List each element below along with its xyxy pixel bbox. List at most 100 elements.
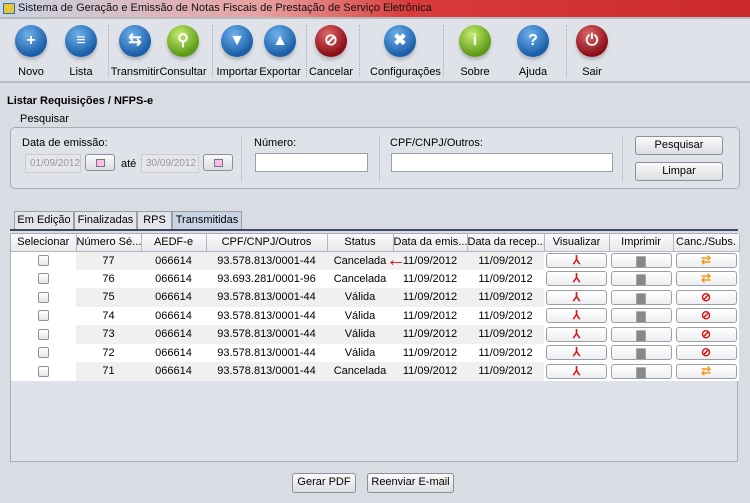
toolbar-label: Sobre bbox=[460, 66, 490, 78]
limpar-button[interactable]: Limpar bbox=[635, 162, 723, 181]
toolbar-button-sobre[interactable]: i Sobre bbox=[445, 23, 505, 78]
toolbar-button-sair[interactable]: ⏻ Sair bbox=[562, 23, 622, 78]
cancel-nfse-button[interactable]: ⊘ bbox=[675, 308, 737, 324]
toolbar-separator bbox=[108, 25, 109, 77]
toolbar-button-cancelar[interactable]: ⊘ Cancelar bbox=[301, 23, 361, 78]
status-cell: Válida bbox=[327, 325, 393, 344]
power-icon: ⏻ bbox=[576, 25, 608, 57]
aedf-cell: 066614 bbox=[141, 288, 206, 307]
table-row[interactable]: 75 066614 93.578.813/0001-44 Válida 11/0… bbox=[11, 288, 739, 307]
column-header[interactable]: Status bbox=[327, 234, 394, 252]
table-row[interactable]: 74 066614 93.578.813/0001-44 Válida 11/0… bbox=[11, 306, 739, 325]
column-header[interactable]: Visualizar bbox=[544, 234, 610, 252]
data-emissao-cell: 11/09/2012 bbox=[393, 306, 467, 325]
column-header[interactable]: Canc./Subs. bbox=[673, 234, 740, 252]
aedf-cell: 066614 bbox=[141, 269, 206, 288]
toolbar-button-configuraes[interactable]: ✖ Configurações bbox=[370, 23, 441, 78]
print-button[interactable]: ▆ bbox=[610, 253, 672, 268]
column-header[interactable]: Data da recep... bbox=[467, 234, 545, 252]
reenviar-email-button[interactable]: Reenviar E-mail bbox=[367, 473, 454, 493]
substitute-nfse-button[interactable]: ⇄ bbox=[675, 363, 737, 379]
status-cell: Válida bbox=[327, 306, 393, 325]
print-button[interactable]: ▆ bbox=[610, 289, 672, 305]
print-button[interactable]: ▆ bbox=[610, 363, 672, 379]
table-row[interactable]: 73 066614 93.578.813/0001-44 Válida 11/0… bbox=[11, 325, 739, 344]
select-checkbox[interactable] bbox=[38, 255, 49, 267]
printer-icon: ▆ bbox=[636, 253, 646, 267]
numero-input[interactable] bbox=[255, 153, 368, 172]
annotation-arrow: ← bbox=[386, 249, 406, 271]
toolbar-label: Ajuda bbox=[518, 66, 548, 78]
status-cell: Válida bbox=[327, 343, 393, 362]
print-button[interactable]: ▆ bbox=[610, 271, 672, 287]
data-recepcao-cell: 11/09/2012 bbox=[467, 343, 544, 362]
view-pdf-button[interactable]: ⅄ bbox=[546, 326, 607, 342]
date-from-input[interactable]: 01/09/2012 bbox=[25, 154, 81, 173]
gerar-pdf-button[interactable]: Gerar PDF bbox=[292, 473, 356, 493]
view-pdf-button[interactable]: ⅄ bbox=[546, 308, 607, 324]
date-to-calendar-button[interactable] bbox=[203, 154, 233, 171]
tab-transmitidas[interactable]: Transmitidas bbox=[172, 211, 242, 230]
printer-icon: ▆ bbox=[636, 271, 646, 286]
select-checkbox[interactable] bbox=[38, 347, 49, 359]
toolbar-button-consultar[interactable]: ⚲ Consultar bbox=[153, 23, 213, 78]
view-pdf-button[interactable]: ⅄ bbox=[546, 253, 607, 268]
search-panel: Data de emissão: 01/09/2012 até 30/09/20… bbox=[10, 127, 740, 189]
column-header[interactable]: AEDF-e bbox=[141, 234, 207, 252]
select-checkbox[interactable] bbox=[38, 273, 49, 285]
data-recepcao-cell: 11/09/2012 bbox=[467, 306, 544, 325]
column-header[interactable]: Imprimir bbox=[609, 234, 674, 252]
print-button[interactable]: ▆ bbox=[610, 326, 672, 342]
info-icon: i bbox=[459, 25, 491, 57]
view-pdf-button[interactable]: ⅄ bbox=[546, 271, 607, 287]
view-pdf-button[interactable]: ⅄ bbox=[546, 289, 607, 305]
date-from-calendar-button[interactable] bbox=[85, 154, 115, 171]
cpf-input[interactable] bbox=[391, 153, 613, 172]
tab-rps[interactable]: RPS bbox=[137, 211, 172, 230]
import-arrow-down-icon: ▼ bbox=[221, 25, 253, 57]
swap-arrows-icon: ⇄ bbox=[700, 253, 712, 267]
table-row[interactable]: 71 066614 93.578.813/0001-44 Cancelada 1… bbox=[11, 362, 739, 381]
pdf-icon: ⅄ bbox=[572, 289, 581, 304]
printer-icon: ▆ bbox=[636, 363, 646, 378]
cancel-nfse-button[interactable]: ⊘ bbox=[675, 345, 737, 361]
date-to-input[interactable]: 30/09/2012 bbox=[141, 154, 199, 173]
view-pdf-button[interactable]: ⅄ bbox=[546, 363, 607, 379]
pdf-icon: ⅄ bbox=[572, 326, 581, 341]
substitute-nfse-button[interactable]: ⇄ bbox=[675, 253, 737, 268]
select-checkbox[interactable] bbox=[38, 291, 49, 303]
column-header[interactable]: Número Sé... bbox=[76, 234, 142, 252]
select-checkbox[interactable] bbox=[38, 365, 49, 377]
pesquisar-button[interactable]: Pesquisar bbox=[635, 136, 723, 155]
column-header[interactable]: CPF/CNPJ/Outros bbox=[206, 234, 328, 252]
pdf-icon: ⅄ bbox=[572, 363, 581, 378]
tab-finalizadas[interactable]: Finalizadas bbox=[74, 211, 137, 230]
table-row[interactable]: 72 066614 93.578.813/0001-44 Válida 11/0… bbox=[11, 343, 739, 362]
cpf-cell: 93.578.813/0001-44 bbox=[206, 362, 327, 381]
substitute-nfse-button[interactable]: ⇄ bbox=[675, 271, 737, 287]
print-button[interactable]: ▆ bbox=[610, 308, 672, 324]
status-cell: Válida bbox=[327, 288, 393, 307]
print-button[interactable]: ▆ bbox=[610, 345, 672, 361]
help-icon: ? bbox=[517, 25, 549, 57]
column-header[interactable]: Selecionar bbox=[11, 234, 77, 252]
tab-em-edicao[interactable]: Em Edição bbox=[14, 211, 74, 230]
view-pdf-button[interactable]: ⅄ bbox=[546, 345, 607, 361]
toolbar-label: Sair bbox=[582, 66, 602, 78]
data-emissao-cell: 11/09/2012 bbox=[393, 343, 467, 362]
cancel-nfse-button[interactable]: ⊘ bbox=[675, 289, 737, 305]
select-checkbox[interactable] bbox=[38, 328, 49, 340]
toolbar-separator bbox=[359, 25, 360, 77]
numero-cell: 75 bbox=[76, 288, 141, 307]
printer-icon: ▆ bbox=[636, 345, 646, 360]
toolbar-button-ajuda[interactable]: ? Ajuda bbox=[503, 23, 563, 78]
select-checkbox[interactable] bbox=[38, 310, 49, 322]
printer-icon: ▆ bbox=[636, 326, 646, 341]
toolbar-label: Lista bbox=[69, 66, 93, 78]
table-row[interactable]: 77 066614 93.578.813/0001-44 Cancelada 1… bbox=[11, 251, 739, 270]
pdf-icon: ⅄ bbox=[572, 253, 581, 267]
cancel-nfse-button[interactable]: ⊘ bbox=[675, 326, 737, 342]
numero-cell: 77 bbox=[76, 251, 141, 270]
toolbar-button-lista[interactable]: ≡ Lista bbox=[51, 23, 111, 78]
table-row[interactable]: 76 066614 93.693.281/0001-96 Cancelada 1… bbox=[11, 269, 739, 288]
